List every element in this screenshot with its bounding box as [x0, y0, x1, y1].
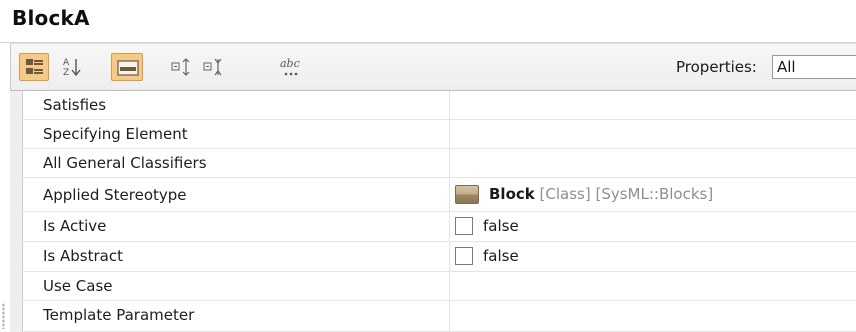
column-divider: [449, 242, 450, 272]
stereotype-meta: [Class] [SysML::Blocks]: [539, 185, 714, 203]
expand-all-button[interactable]: [169, 53, 195, 81]
property-row-all-general-classifiers[interactable]: All General Classifiers: [23, 149, 856, 178]
collapse-all-button[interactable]: [201, 53, 227, 81]
column-divider: [449, 178, 450, 212]
expand-all-icon: [171, 58, 190, 76]
property-name: Applied Stereotype: [43, 186, 187, 204]
property-grid: Satisfies Specifying Element All General…: [2, 91, 856, 332]
property-name: Use Case: [43, 277, 113, 295]
property-name: Is Abstract: [43, 247, 123, 265]
svg-text:A: A: [63, 58, 70, 68]
property-name: Is Active: [43, 217, 107, 235]
property-name: Template Parameter: [43, 306, 195, 324]
element-title-bar: BlockA: [0, 0, 856, 42]
column-divider: [449, 91, 450, 120]
property-name: All General Classifiers: [43, 154, 207, 172]
categorized-view-button[interactable]: [19, 53, 49, 81]
stereotype-value[interactable]: Block [Class] [SysML::Blocks]: [455, 185, 835, 205]
column-divider: [449, 272, 450, 301]
checkbox-label: false: [483, 247, 519, 265]
property-row-applied-stereotype[interactable]: Applied Stereotype Block [Class] [SysML:…: [23, 178, 856, 212]
is-active-checkbox[interactable]: [455, 217, 473, 235]
column-divider: [449, 212, 450, 242]
abc-label: abc: [280, 57, 300, 70]
property-name: Specifying Element: [43, 125, 188, 143]
property-row-specifying-element[interactable]: Specifying Element: [23, 120, 856, 149]
column-divider: [449, 120, 450, 149]
categorized-view-icon: [26, 59, 43, 74]
property-row-use-case[interactable]: Use Case: [23, 272, 856, 301]
column-divider: [449, 301, 450, 332]
sort-alphabetical-icon: A Z: [63, 58, 81, 78]
resize-grip[interactable]: [2, 303, 5, 329]
column-divider: [449, 149, 450, 178]
element-title: BlockA: [12, 6, 90, 30]
property-name: Satisfies: [43, 96, 107, 114]
properties-filter-dropdown[interactable]: All: [772, 55, 856, 79]
property-row-is-active[interactable]: Is Active false: [23, 212, 856, 242]
property-row-template-parameter[interactable]: Template Parameter: [23, 301, 856, 332]
stereotype-text: Block [Class] [SysML::Blocks]: [489, 185, 713, 203]
block-stereotype-icon: [455, 185, 479, 204]
checkbox-label: false: [483, 217, 519, 235]
abbreviations-icon: abc: [280, 57, 300, 76]
is-active-value[interactable]: false: [455, 217, 575, 237]
is-abstract-checkbox[interactable]: [455, 247, 473, 265]
sort-alphabetical-button[interactable]: A Z: [57, 53, 87, 81]
is-abstract-value[interactable]: false: [455, 247, 575, 267]
grid-gutter: [10, 91, 23, 332]
property-row-is-abstract[interactable]: Is Abstract false: [23, 242, 856, 272]
show-description-button[interactable]: [111, 53, 143, 81]
property-row-satisfies[interactable]: Satisfies: [23, 91, 856, 120]
abbreviations-button[interactable]: abc: [275, 53, 309, 81]
collapse-all-icon: [203, 58, 222, 76]
properties-filter-label: Properties:: [676, 58, 757, 76]
show-description-icon: [117, 60, 139, 76]
stereotype-name: Block: [489, 185, 535, 203]
svg-text:Z: Z: [63, 68, 69, 78]
